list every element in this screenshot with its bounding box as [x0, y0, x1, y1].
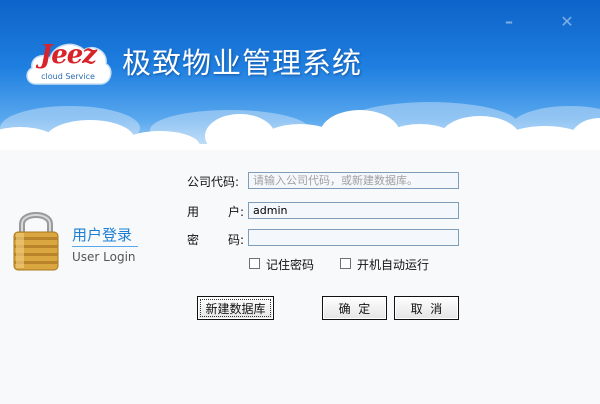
auto-start-checkbox[interactable] — [340, 258, 351, 269]
company-code-input[interactable] — [248, 172, 459, 189]
password-input[interactable] — [248, 229, 459, 246]
company-code-label: 公司代码: — [187, 175, 240, 189]
close-button[interactable]: ✕ — [552, 10, 582, 32]
login-title: 用户登录 — [72, 226, 133, 244]
logo-subtext: cloud Service — [41, 72, 95, 81]
new-database-button[interactable]: 新建数据库 — [197, 296, 274, 320]
jeez-logo: Jeez cloud Service — [22, 32, 114, 92]
logo-text: Jeez — [39, 40, 97, 70]
password-label-2: 码: — [228, 233, 245, 247]
minimize-button[interactable]: – — [494, 10, 524, 32]
login-title-divider — [72, 246, 138, 247]
confirm-button[interactable]: 确 定 — [322, 296, 387, 320]
password-label-1: 密 — [187, 233, 200, 247]
remember-password-label: 记住密码 — [266, 258, 315, 272]
minimize-icon: – — [505, 11, 513, 31]
auto-start-label: 开机自动运行 — [357, 258, 430, 272]
username-label-1: 用 — [187, 205, 200, 219]
remember-password-checkbox[interactable] — [249, 258, 260, 269]
padlock-icon — [13, 212, 59, 271]
login-subtitle: User Login — [72, 250, 136, 264]
cancel-button[interactable]: 取 消 — [394, 296, 459, 320]
username-input[interactable] — [248, 202, 459, 219]
username-label-2: 户: — [228, 205, 245, 219]
close-icon: ✕ — [560, 11, 574, 31]
app-title: 极致物业管理系统 — [122, 46, 363, 80]
